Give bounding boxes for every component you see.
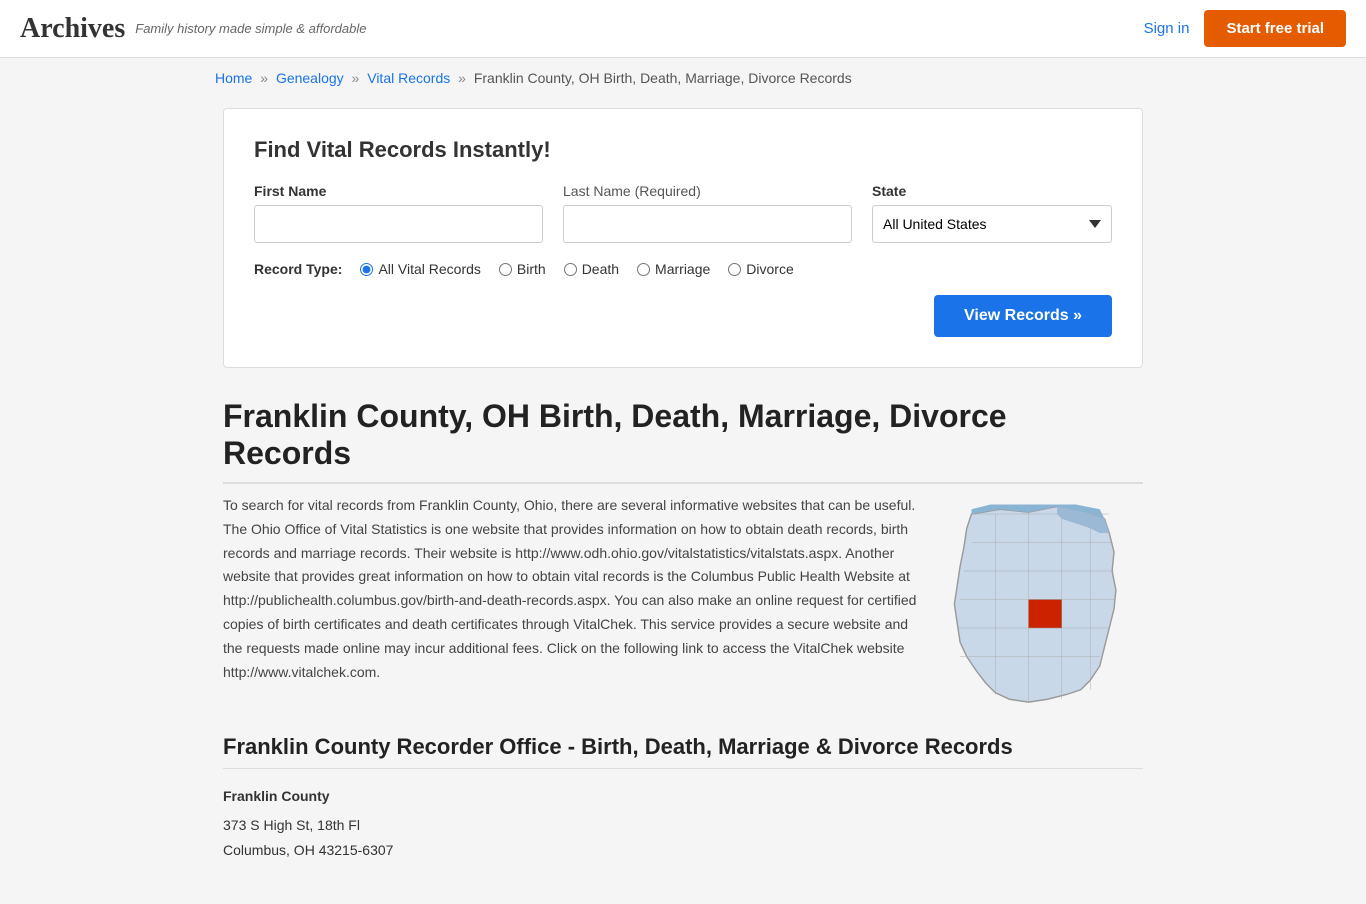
content-section: To search for vital records from Frankli… [223, 494, 1143, 704]
first-name-field: First Name [254, 183, 543, 243]
radio-label-1: Birth [517, 261, 546, 277]
office-address1: 373 S High St, 18th Fl [223, 813, 1143, 838]
logo: Archives [20, 13, 125, 45]
ohio-map-svg [943, 504, 1133, 714]
last-name-field: Last Name (Required) [563, 183, 852, 243]
search-form-title: Find Vital Records Instantly! [254, 137, 1112, 163]
radio-label-0: All Vital Records [378, 261, 480, 277]
first-name-label: First Name [254, 183, 543, 199]
header: Archives Family history made simple & af… [0, 0, 1366, 58]
breadcrumb-sep2: » [352, 70, 360, 86]
start-trial-button[interactable]: Start free trial [1204, 10, 1346, 47]
record-type-row: Record Type: All Vital Records Birth Death… [254, 261, 1112, 277]
breadcrumb-vital-records[interactable]: Vital Records [367, 70, 450, 86]
office-name: Franklin County [223, 784, 1143, 809]
office-address2: Columbus, OH 43215-6307 [223, 838, 1143, 863]
breadcrumb-home[interactable]: Home [215, 70, 252, 86]
state-label: State [872, 183, 1112, 199]
view-records-row: View Records » [254, 295, 1112, 337]
breadcrumb-genealogy[interactable]: Genealogy [276, 70, 344, 86]
radio-label-2: Death [582, 261, 619, 277]
last-name-label: Last Name (Required) [563, 183, 852, 199]
breadcrumb: Home » Genealogy » Vital Records » Frank… [0, 58, 1366, 98]
first-name-input[interactable] [254, 205, 543, 243]
search-form-container: Find Vital Records Instantly! First Name… [223, 108, 1143, 368]
form-fields-row: First Name Last Name (Required) State Al… [254, 183, 1112, 243]
header-right: Sign in Start free trial [1144, 10, 1346, 47]
view-records-button[interactable]: View Records » [934, 295, 1112, 337]
page-title: Franklin County, OH Birth, Death, Marria… [223, 398, 1143, 484]
radio-item-marriage[interactable]: Marriage [637, 261, 710, 277]
radio-label-4: Divorce [746, 261, 793, 277]
content-text: To search for vital records from Frankli… [223, 494, 923, 704]
section-heading: Franklin County Recorder Office - Birth,… [223, 734, 1143, 769]
breadcrumb-sep3: » [458, 70, 466, 86]
last-name-input[interactable] [563, 205, 852, 243]
radio-item-death[interactable]: Death [564, 261, 619, 277]
ohio-map [943, 494, 1143, 704]
logo-tagline: Family history made simple & affordable [135, 21, 366, 36]
signin-link[interactable]: Sign in [1144, 20, 1190, 37]
radio-group: All Vital Records Birth Death Marriage Divor… [360, 261, 793, 277]
radio-item-divorce[interactable]: Divorce [728, 261, 793, 277]
state-field: State All United StatesAlabamaAlaskaAriz… [872, 183, 1112, 243]
state-select[interactable]: All United StatesAlabamaAlaskaArizonaArk… [872, 205, 1112, 243]
breadcrumb-sep1: » [260, 70, 268, 86]
breadcrumb-current: Franklin County, OH Birth, Death, Marria… [474, 70, 852, 86]
main-content: Find Vital Records Instantly! First Name… [203, 98, 1163, 904]
radio-label-3: Marriage [655, 261, 710, 277]
radio-item-all-vital-records[interactable]: All Vital Records [360, 261, 480, 277]
record-type-label: Record Type: [254, 261, 342, 277]
office-info: Franklin County 373 S High St, 18th Fl C… [223, 784, 1143, 864]
radio-item-birth[interactable]: Birth [499, 261, 546, 277]
header-left: Archives Family history made simple & af… [20, 13, 366, 45]
